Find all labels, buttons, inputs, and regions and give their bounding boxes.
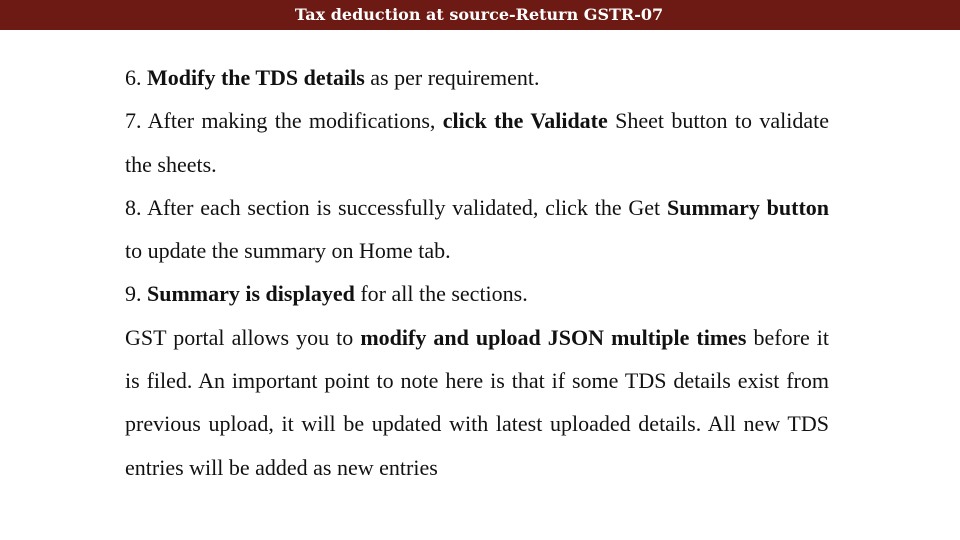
header-bar: Tax deduction at source-Return GSTR-07 bbox=[0, 0, 960, 30]
step-text: After each section is successfully valid… bbox=[141, 194, 667, 220]
step-text: as per requirement. bbox=[364, 65, 540, 90]
step-7: 7. After making the modifications, click… bbox=[125, 99, 829, 186]
step-number: 7. bbox=[125, 108, 142, 134]
step-6: 6. Modify the TDS details as per require… bbox=[125, 56, 829, 99]
step-emphasis: click the Validate bbox=[442, 108, 608, 134]
step-emphasis: Summary is displayed bbox=[147, 281, 355, 307]
step-8: 8. After each section is successfully va… bbox=[125, 186, 829, 273]
note-emphasis: modify and upload JSON multiple times bbox=[360, 324, 747, 350]
step-9: 9. Summary is displayed for all the sect… bbox=[125, 272, 829, 315]
slide-title: Tax deduction at source-Return GSTR-07 bbox=[294, 4, 664, 24]
step-number: 6. bbox=[125, 65, 142, 90]
note-text: GST portal allows you to bbox=[125, 324, 361, 350]
step-emphasis: Modify the TDS details bbox=[147, 65, 365, 90]
step-number: 9. bbox=[125, 281, 142, 307]
step-number: 8. bbox=[125, 194, 142, 220]
note-paragraph: GST portal allows you to modify and uplo… bbox=[125, 316, 829, 489]
step-text: to update the summary on Home tab. bbox=[125, 238, 451, 264]
step-emphasis: Summary button bbox=[666, 194, 830, 220]
slide-content: 6. Modify the TDS details as per require… bbox=[125, 56, 829, 489]
step-text: After making the modifications, bbox=[141, 108, 443, 134]
step-text: for all the sections. bbox=[354, 281, 528, 307]
